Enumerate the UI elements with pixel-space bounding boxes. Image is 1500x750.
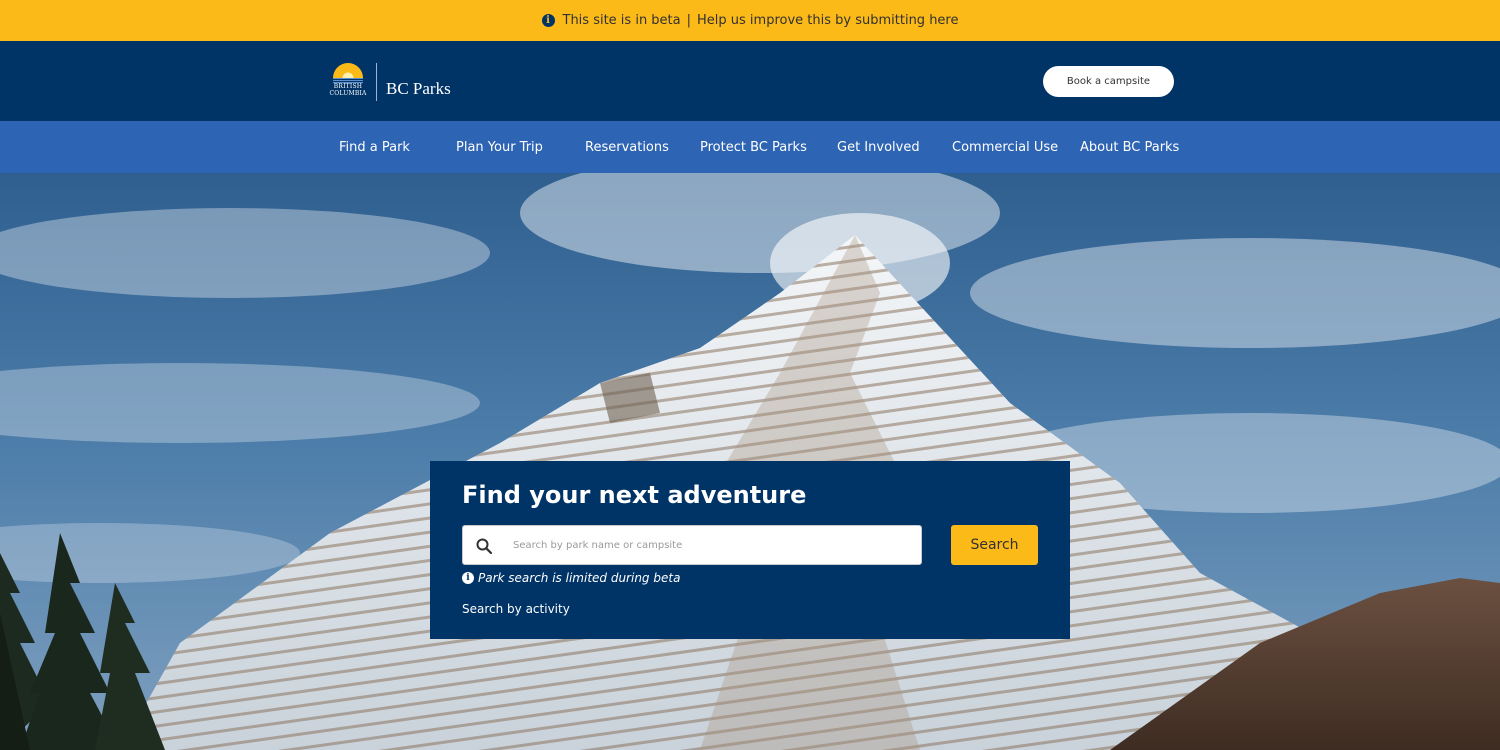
logo-gov-line1: BRITISH bbox=[333, 83, 363, 90]
info-icon: i bbox=[541, 14, 555, 27]
beta-banner: i This site is in beta | Help us improve… bbox=[0, 0, 1500, 41]
feedback-link[interactable]: Help us improve this by submitting here bbox=[697, 13, 958, 28]
search-by-activity-link[interactable]: Search by activity bbox=[462, 602, 570, 616]
logo-name: BC Parks bbox=[386, 79, 451, 98]
search-title: Find your next adventure bbox=[462, 481, 807, 509]
logo-gov-line2: COLUMBIA bbox=[329, 90, 367, 97]
nav-item-plan-your-trip[interactable]: Plan Your Trip bbox=[456, 121, 543, 173]
nav-item-protect-bc-parks[interactable]: Protect BC Parks bbox=[700, 121, 807, 173]
beta-separator: | bbox=[686, 13, 692, 28]
nav-item-reservations[interactable]: Reservations bbox=[585, 121, 669, 173]
search-panel: Find your next adventure Search i Park s… bbox=[430, 461, 1070, 639]
search-button[interactable]: Search bbox=[951, 525, 1038, 565]
nav-item-find-a-park[interactable]: Find a Park bbox=[339, 121, 410, 173]
bc-parks-logo[interactable]: BRITISH COLUMBIA BC Parks bbox=[326, 61, 451, 103]
book-campsite-button[interactable]: Book a campsite bbox=[1043, 66, 1174, 97]
bc-government-logo-icon: BRITISH COLUMBIA bbox=[326, 61, 370, 103]
nav-item-commercial-use[interactable]: Commercial Use bbox=[952, 121, 1058, 173]
info-icon: i bbox=[462, 572, 474, 584]
main-nav: Find a Park Plan Your Trip Reservations … bbox=[0, 121, 1500, 173]
site-header: BRITISH COLUMBIA BC Parks Book a campsit… bbox=[0, 41, 1500, 121]
search-beta-note: i Park search is limited during beta bbox=[462, 571, 680, 585]
logo-divider bbox=[376, 63, 377, 101]
search-icon bbox=[476, 538, 493, 555]
beta-message: This site is in beta bbox=[562, 13, 681, 28]
search-beta-note-text: Park search is limited during beta bbox=[478, 571, 681, 585]
nav-item-get-involved[interactable]: Get Involved bbox=[837, 121, 920, 173]
nav-item-about-bc-parks[interactable]: About BC Parks bbox=[1080, 121, 1179, 173]
park-search-input[interactable] bbox=[513, 526, 913, 564]
search-box[interactable] bbox=[462, 525, 922, 565]
